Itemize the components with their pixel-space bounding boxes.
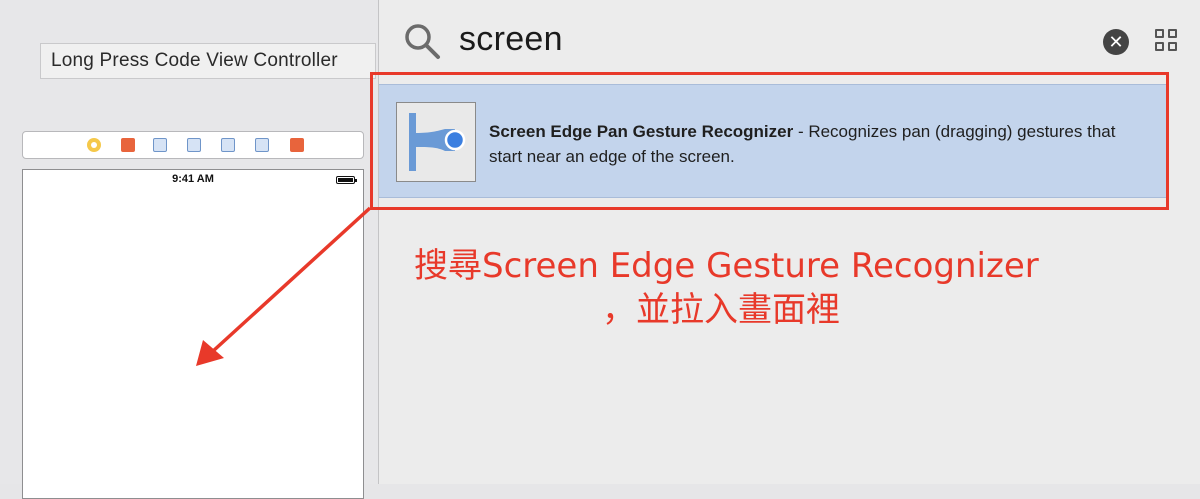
annotation-line-1: 搜尋Screen Edge Gesture Recognizer — [414, 246, 1039, 286]
annotation-line-2: ，並拉入畫面裡 — [602, 290, 840, 330]
instruction-annotation: 搜尋Screen Edge Gesture Recognizer ，並拉入畫面裡 — [414, 244, 1054, 332]
drag-arrow-icon — [196, 206, 372, 366]
